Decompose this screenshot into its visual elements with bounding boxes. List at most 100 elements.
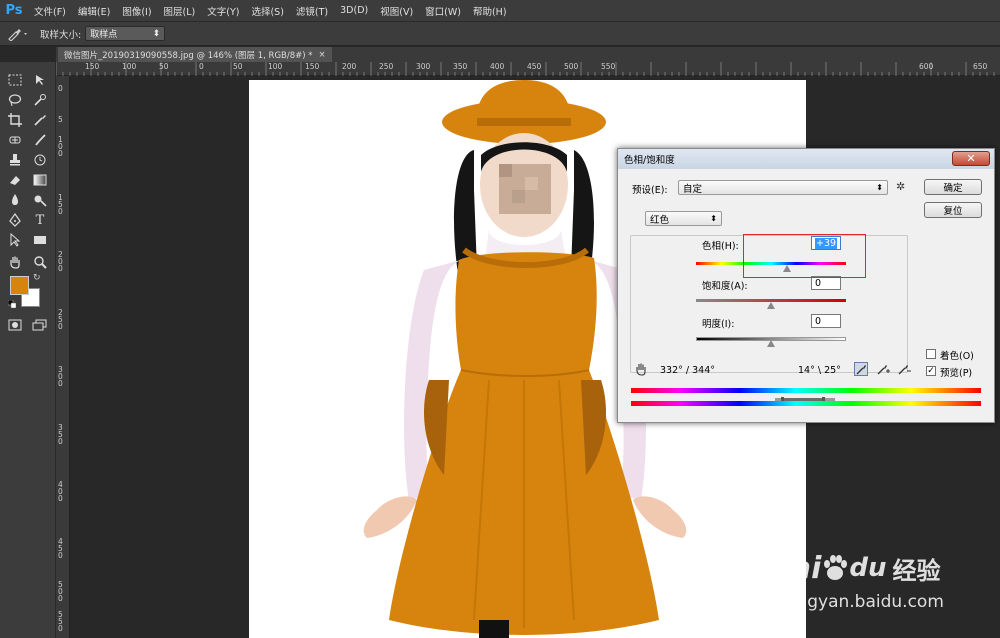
channel-value: 红色 (650, 214, 670, 226)
baidu-url: jingyan.baidu.com (787, 592, 944, 612)
baidu-paw-icon (822, 554, 848, 582)
menu-type[interactable]: 文字(Y) (201, 4, 245, 18)
hand-tool-icon[interactable] (5, 252, 25, 272)
move-tool-icon[interactable] (30, 70, 50, 90)
horizontal-ruler: 150 100 50 0 50 100 150 200 250 300 350 … (56, 62, 1000, 76)
dialog-titlebar[interactable]: 色相/饱和度 ✕ (618, 149, 994, 169)
lightness-input[interactable]: 0 (811, 314, 841, 328)
channel-select[interactable]: 红色 ⬍ (645, 211, 722, 226)
ruler-mark: 300 (416, 62, 431, 71)
updown-icon: ⬍ (152, 28, 161, 39)
clone-stamp-tool-icon[interactable] (5, 150, 25, 170)
ok-button[interactable]: 确定 (924, 179, 982, 195)
input-color-bar (631, 388, 981, 393)
reset-button[interactable]: 复位 (924, 202, 982, 218)
ruler-mark: 1 5 0 (58, 193, 63, 216)
ruler-mark: 350 (453, 62, 468, 71)
menu-edit[interactable]: 编辑(E) (72, 4, 116, 18)
baidu-watermark: Bai du 经验 (768, 548, 968, 588)
range-left-degrees: 332° / 344° (660, 365, 716, 376)
menu-window[interactable]: 窗口(W) (419, 4, 467, 18)
preset-options-gear-icon[interactable]: ✲ (896, 180, 905, 193)
ruler-mark: 150 (305, 62, 320, 71)
type-tool-icon[interactable]: T (30, 210, 50, 230)
document-tab[interactable]: 微信图片_20190319090558.jpg @ 146% (图层 1, RG… (58, 47, 332, 62)
targeted-adjustment-hand-icon[interactable] (634, 362, 648, 379)
lightness-slider-thumb[interactable] (767, 340, 775, 347)
ruler-mark: 2 5 0 (58, 308, 63, 331)
eyedropper-tool-preset-icon[interactable] (0, 27, 36, 41)
brush-tool-icon[interactable] (30, 130, 50, 150)
updown-icon: ⬍ (876, 183, 883, 192)
marquee-tool-icon[interactable] (5, 70, 25, 90)
options-bar: 取样大小: 取样点 ⬍ (0, 22, 1000, 46)
menu-3d[interactable]: 3D(D) (334, 5, 374, 16)
eyedropper-icon[interactable] (854, 362, 868, 376)
spot-healing-tool-icon[interactable] (5, 130, 25, 150)
photoshop-logo: Ps (5, 3, 23, 18)
ruler-mark: 2 0 0 (58, 250, 63, 273)
ruler-mark: 650 (973, 62, 988, 71)
crop-tool-icon[interactable] (5, 110, 25, 130)
ruler-mark: 600 (919, 62, 934, 71)
menu-image[interactable]: 图像(I) (116, 4, 157, 18)
blur-tool-icon[interactable] (5, 190, 25, 210)
ruler-mark: 0 (199, 62, 204, 71)
menu-file[interactable]: 文件(F) (28, 4, 72, 18)
ruler-mark: 200 (342, 62, 357, 71)
saturation-input[interactable]: 0 (811, 276, 841, 290)
ruler-mark: 0 (58, 84, 63, 93)
saturation-value: 0 (815, 277, 822, 289)
pen-tool-icon[interactable] (5, 210, 25, 230)
ruler-mark: 5 0 0 (58, 580, 63, 603)
saturation-label: 饱和度(A): (702, 281, 748, 292)
path-selection-tool-icon[interactable] (5, 230, 25, 250)
swap-colors-icon[interactable]: ↻ (33, 273, 41, 283)
dialog-body: 预设(E): 自定 ⬍ ✲ 确定 复位 红色 ⬍ 色相(H): +39 饱和度(… (618, 169, 994, 424)
eyedropper-plus-icon[interactable] (876, 362, 890, 376)
lasso-tool-icon[interactable] (5, 90, 25, 110)
default-colors-icon[interactable] (7, 299, 17, 309)
sample-size-select[interactable]: 取样点 ⬍ (85, 26, 166, 41)
menu-select[interactable]: 选择(S) (245, 4, 289, 18)
zoom-tool-icon[interactable] (30, 252, 50, 272)
quick-selection-tool-icon[interactable] (30, 90, 50, 110)
dialog-title: 色相/饱和度 (624, 155, 675, 166)
sample-size-label: 取样大小: (40, 29, 82, 41)
screen-mode-icon[interactable] (30, 315, 50, 335)
preview-checkbox[interactable]: ✓ (926, 366, 936, 376)
saturation-slider-thumb[interactable] (767, 302, 775, 309)
dodge-tool-icon[interactable] (30, 190, 50, 210)
baidu-jingyan-text: 经验 (892, 556, 941, 585)
dialog-close-button[interactable]: ✕ (952, 151, 990, 166)
menu-view[interactable]: 视图(V) (374, 4, 419, 18)
ruler-mark: 250 (379, 62, 394, 71)
ruler-mark: 5 (58, 115, 63, 124)
menu-help[interactable]: 帮助(H) (467, 4, 513, 18)
preset-select[interactable]: 自定 ⬍ (678, 180, 888, 195)
eyedropper-minus-icon[interactable] (897, 362, 911, 376)
history-brush-tool-icon[interactable] (30, 150, 50, 170)
menu-filter[interactable]: 滤镜(T) (290, 4, 334, 18)
baidu-brand-text-2: du (849, 553, 887, 583)
menu-layer[interactable]: 图层(L) (158, 4, 202, 18)
eyedropper-tool-icon[interactable] (30, 110, 50, 130)
ruler-mark: 50 (233, 62, 243, 71)
ruler-mark: 4 0 0 (58, 480, 63, 503)
lightness-value: 0 (815, 315, 822, 327)
ruler-mark: 5 5 0 (58, 610, 63, 633)
hue-label: 色相(H): (702, 241, 739, 252)
rectangle-tool-icon[interactable] (30, 230, 50, 250)
ruler-mark: 50 (159, 62, 169, 71)
ruler-mark: 3 5 0 (58, 423, 63, 446)
updown-icon: ⬍ (710, 214, 717, 223)
hue-saturation-dialog: 色相/饱和度 ✕ 预设(E): 自定 ⬍ ✲ 确定 复位 红色 ⬍ 色相(H):… (617, 148, 995, 423)
foreground-color-swatch[interactable] (10, 276, 29, 295)
document-tab-title: 微信图片_20190319090558.jpg @ 146% (图层 1, RG… (64, 50, 313, 61)
colorize-checkbox[interactable] (926, 349, 936, 359)
quick-mask-icon[interactable] (5, 315, 25, 335)
gradient-tool-icon[interactable] (30, 170, 50, 190)
tab-close-icon[interactable]: × (319, 50, 326, 60)
eraser-tool-icon[interactable] (5, 170, 25, 190)
baidu-brand-text: Bai (768, 550, 822, 586)
